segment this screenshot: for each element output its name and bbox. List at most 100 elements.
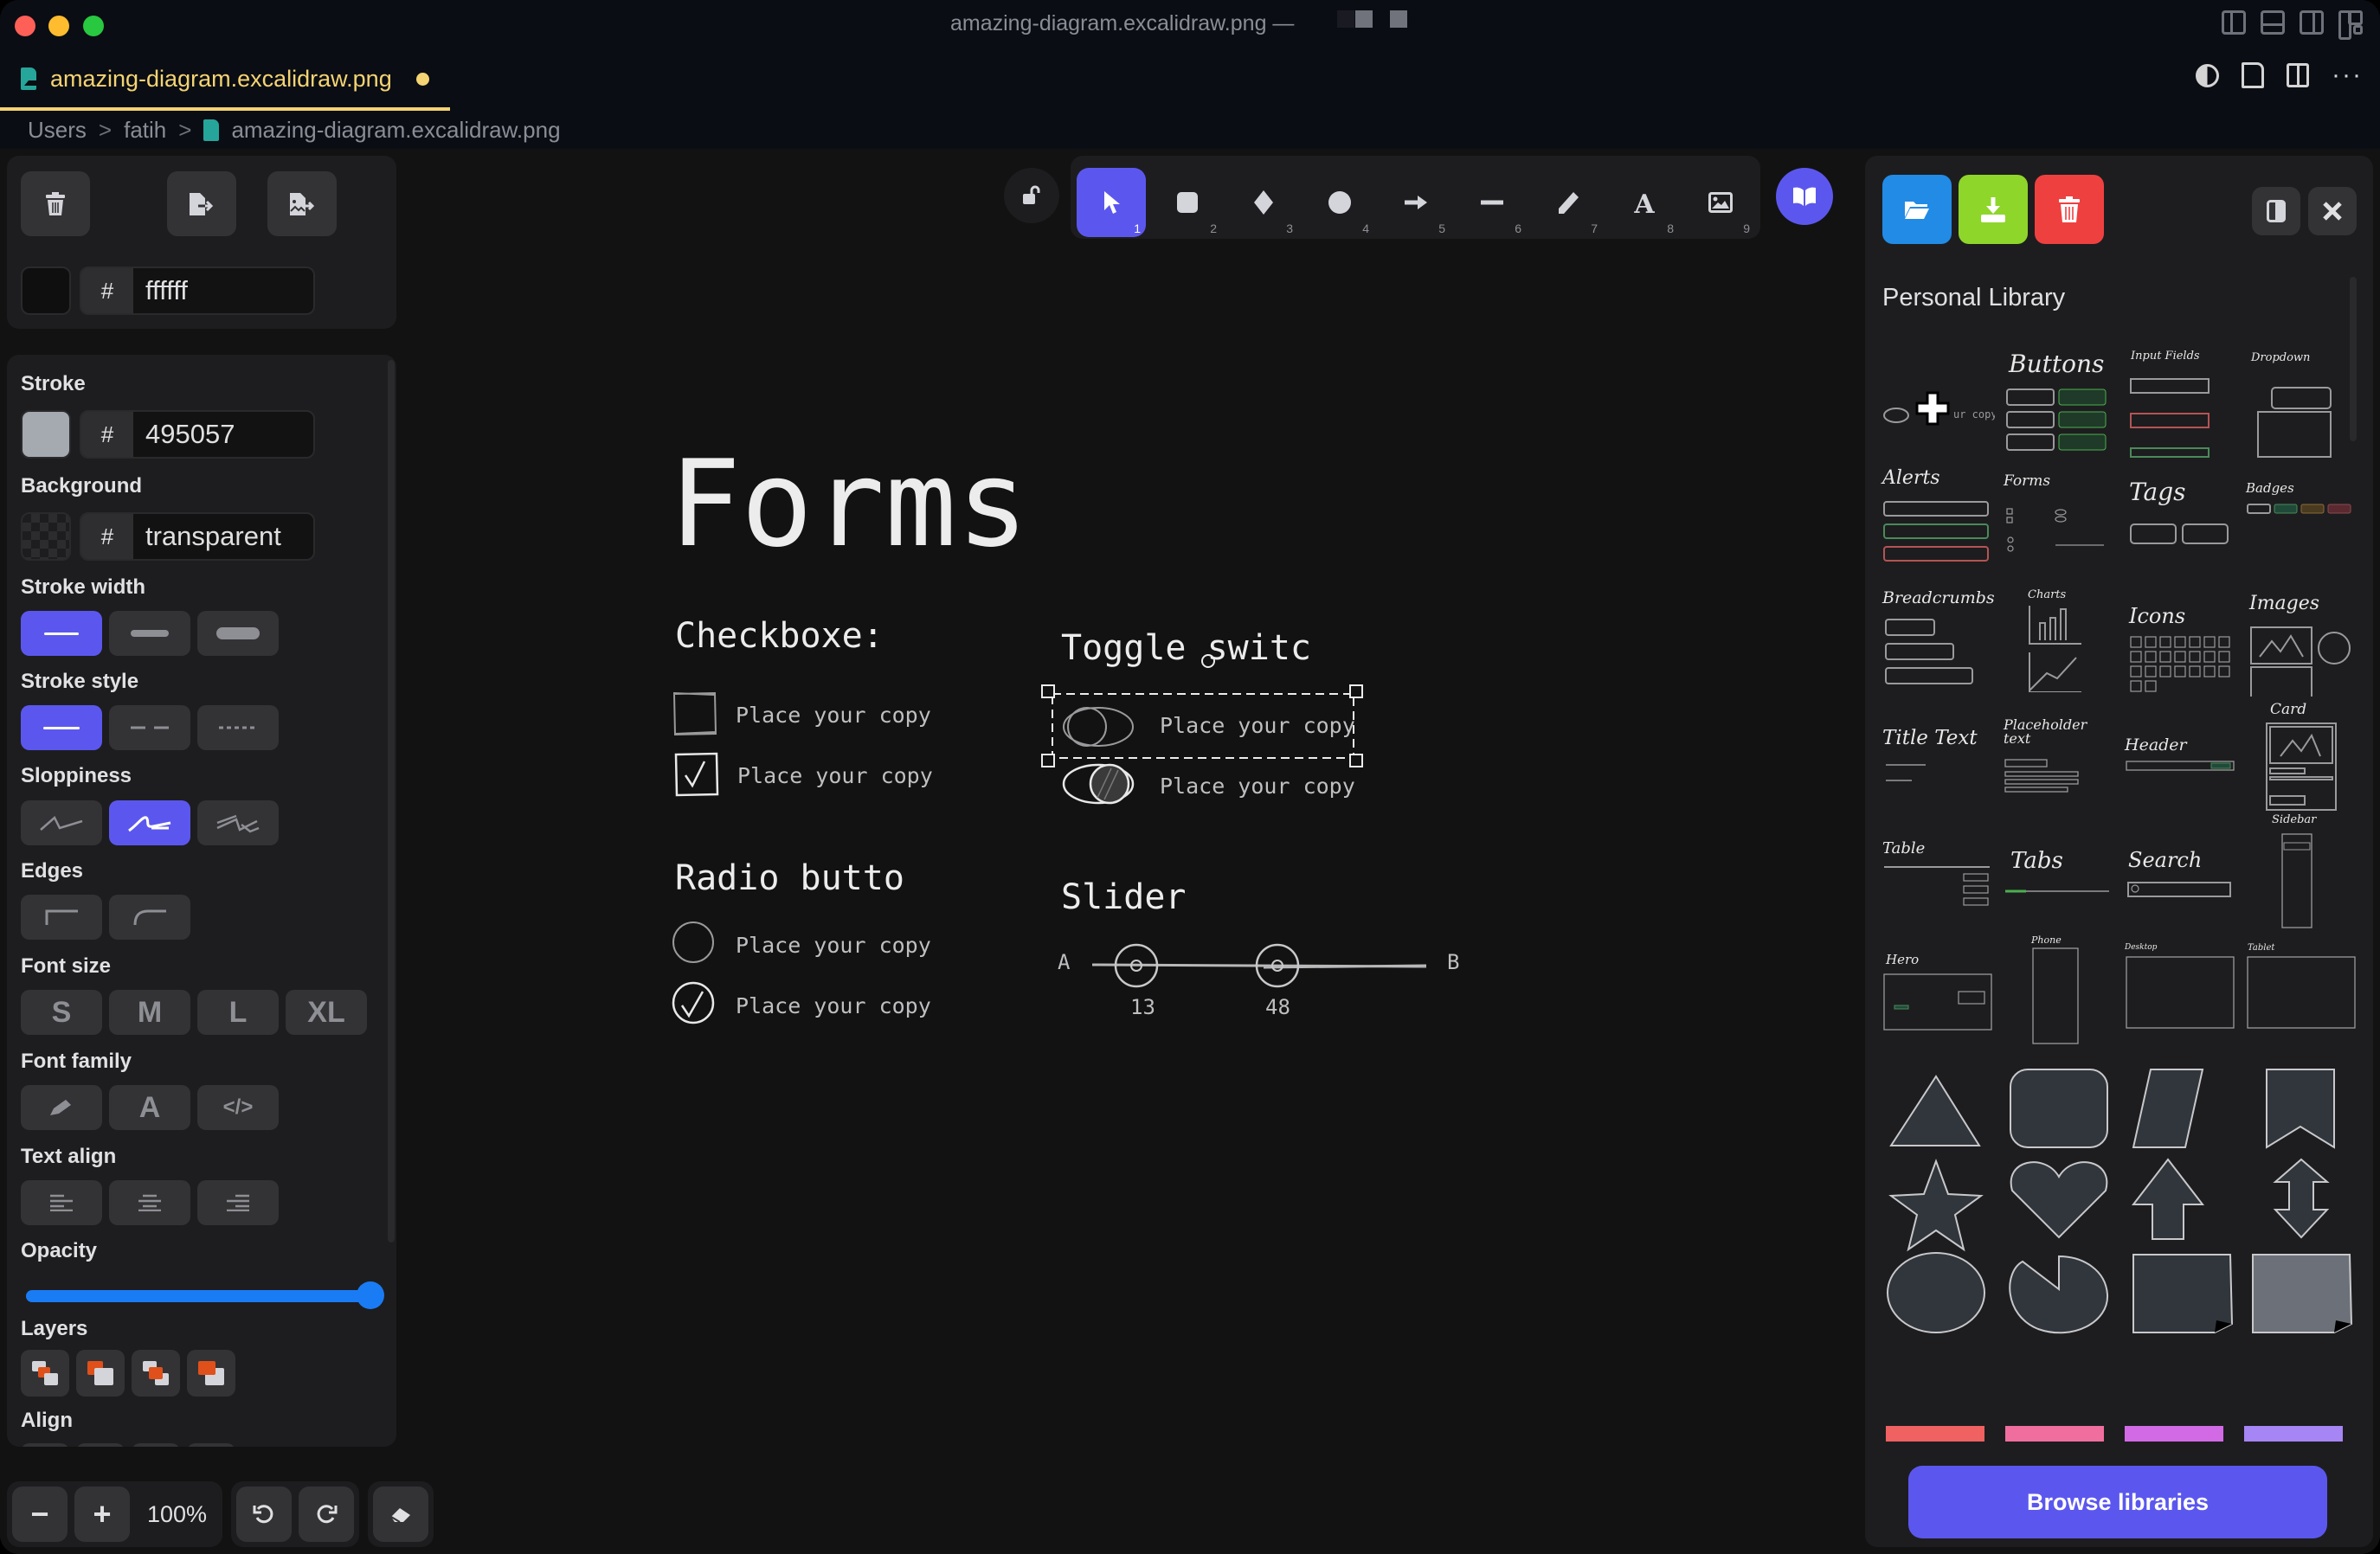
align-option[interactable] (76, 1443, 125, 1447)
unchecked-checkbox-shape[interactable] (672, 690, 718, 737)
font-family-hand-drawn[interactable] (21, 1085, 102, 1130)
radio-checked-shape[interactable] (670, 979, 717, 1026)
library-toggle-button[interactable] (1776, 168, 1833, 225)
library-swatch[interactable] (1886, 1426, 1984, 1442)
open-library-button[interactable] (1882, 175, 1952, 244)
open-file-icon[interactable] (2242, 62, 2265, 88)
breadcrumb-item[interactable]: amazing-diagram.excalidraw.png (231, 117, 560, 144)
library-scrollbar[interactable] (2350, 277, 2357, 441)
sloppiness-artist[interactable] (109, 800, 190, 845)
font-family-normal[interactable]: A (109, 1085, 190, 1130)
checked-checkbox-shape[interactable] (673, 751, 720, 798)
theme-toggle-icon[interactable] (2196, 63, 2220, 87)
library-swatch[interactable] (2244, 1426, 2343, 1442)
zoom-in-button[interactable]: + (74, 1487, 130, 1542)
library-item-desktop[interactable]: Desktop (2125, 943, 2237, 1038)
opacity-slider-thumb[interactable] (357, 1281, 384, 1309)
eraser-button[interactable] (373, 1487, 429, 1542)
toggle-switches-heading[interactable]: Toggle switc (1061, 628, 1311, 668)
stroke-style-dotted[interactable] (197, 705, 279, 750)
library-item-input-fields[interactable]: Input Fields (2129, 346, 2224, 459)
library-swatch[interactable] (2005, 1426, 2104, 1442)
tool-diamond[interactable]: 3 (1229, 168, 1298, 237)
breadcrumb-item[interactable]: Users (28, 117, 87, 144)
more-actions-icon[interactable]: ··· (2332, 62, 2363, 88)
customize-layout-icon[interactable] (2338, 10, 2363, 40)
font-size-small[interactable]: S (21, 990, 102, 1035)
unsaved-indicator-icon[interactable] (415, 72, 429, 86)
opacity-slider-track[interactable] (26, 1290, 381, 1302)
tool-selection[interactable]: 1 (1077, 168, 1146, 237)
align-option[interactable] (187, 1443, 235, 1447)
close-window-button[interactable] (15, 16, 35, 36)
zoom-out-button[interactable]: − (12, 1487, 68, 1542)
download-library-button[interactable] (1959, 175, 2028, 244)
send-to-back-button[interactable] (21, 1350, 69, 1397)
text-align-left[interactable] (21, 1180, 102, 1225)
library-item-tablet[interactable]: Tablet (2246, 943, 2358, 1038)
background-color-input[interactable]: transparent (133, 514, 313, 559)
tool-draw[interactable]: 7 (1534, 168, 1603, 237)
toggle-on-shape[interactable] (1061, 760, 1139, 808)
redo-button[interactable] (299, 1487, 355, 1542)
radio-label[interactable]: Place your copy (736, 993, 931, 1018)
radio-buttons-heading[interactable]: Radio butto (675, 858, 904, 898)
clear-library-button[interactable] (2035, 175, 2104, 244)
library-swatch[interactable] (2125, 1426, 2223, 1442)
tool-line[interactable]: 6 (1457, 168, 1527, 237)
bring-to-front-button[interactable] (187, 1350, 235, 1397)
library-item-alerts[interactable]: Alerts (1882, 467, 1995, 571)
tool-rectangle[interactable]: 2 (1153, 168, 1222, 237)
library-item-phone[interactable]: Phone (2014, 934, 2083, 1047)
library-item-charts[interactable]: Charts (2021, 588, 2107, 692)
edges-round[interactable] (109, 895, 190, 940)
editor-tab[interactable]: amazing-diagram.excalidraw.png (0, 50, 450, 111)
library-item-tabs[interactable]: Tabs (2004, 848, 2116, 934)
library-item-search[interactable]: Search (2125, 848, 2237, 934)
tool-image[interactable]: 9 (1686, 168, 1755, 237)
library-item-placeholder-text[interactable]: Placeholder text (2004, 718, 2116, 822)
stroke-style-dashed[interactable] (109, 705, 190, 750)
align-option[interactable] (132, 1443, 180, 1447)
library-item-icons[interactable]: Icons (2129, 597, 2237, 701)
font-family-code[interactable]: </> (197, 1085, 279, 1130)
send-backward-button[interactable] (76, 1350, 125, 1397)
properties-scrollbar[interactable] (388, 360, 395, 1243)
checkbox-label[interactable]: Place your copy (737, 763, 933, 788)
checkbox-label[interactable]: Place your copy (736, 703, 931, 728)
canvas-background-swatch[interactable] (21, 266, 71, 315)
dock-sidebar-button[interactable] (2252, 187, 2300, 235)
font-size-extra-large[interactable]: XL (286, 990, 367, 1035)
zoom-window-button[interactable] (83, 16, 104, 36)
checkboxes-heading[interactable]: Checkboxe: (675, 616, 884, 656)
toggle-label[interactable]: Place your copy (1160, 713, 1355, 738)
library-item-breadcrumbs[interactable]: Breadcrumbs (1882, 588, 1995, 692)
excalidraw-canvas[interactable]: # ffffff Stroke # 495057 Background # tr… (0, 149, 2380, 1554)
stroke-color-input[interactable]: 495057 (133, 412, 313, 457)
lock-tool-button[interactable] (1004, 168, 1059, 223)
font-size-large[interactable]: L (197, 990, 279, 1035)
align-option[interactable] (21, 1443, 69, 1447)
stroke-color-swatch[interactable] (21, 410, 71, 459)
rotation-handle[interactable] (1200, 652, 1217, 670)
library-item-title-text[interactable]: Title Text (1882, 727, 1995, 822)
library-item-buttons[interactable]: Buttons (2004, 346, 2107, 459)
export-image-button[interactable] (267, 171, 337, 236)
bring-forward-button[interactable] (132, 1350, 180, 1397)
sloppiness-cartoonist[interactable] (197, 800, 279, 845)
library-item-forms[interactable]: Forms (2004, 467, 2107, 571)
canvas-title-text[interactable]: Forms (669, 434, 1028, 574)
toggle-label[interactable]: Place your copy (1160, 774, 1355, 799)
library-item-toggle[interactable]: ur copy (1882, 363, 1997, 450)
slider-shape[interactable] (1090, 936, 1437, 997)
library-item-tags[interactable]: Tags (2129, 476, 2233, 562)
library-item-dropdown[interactable]: Dropdown (2246, 346, 2341, 459)
background-color-swatch[interactable] (21, 512, 71, 561)
slider-heading[interactable]: Slider (1061, 877, 1187, 917)
radio-label[interactable]: Place your copy (736, 933, 931, 958)
clear-canvas-button[interactable] (21, 171, 90, 236)
stroke-style-solid[interactable] (21, 705, 102, 750)
text-align-center[interactable] (109, 1180, 190, 1225)
stroke-width-thin[interactable] (21, 611, 102, 656)
toggle-secondary-sidebar-icon[interactable] (2300, 10, 2324, 35)
